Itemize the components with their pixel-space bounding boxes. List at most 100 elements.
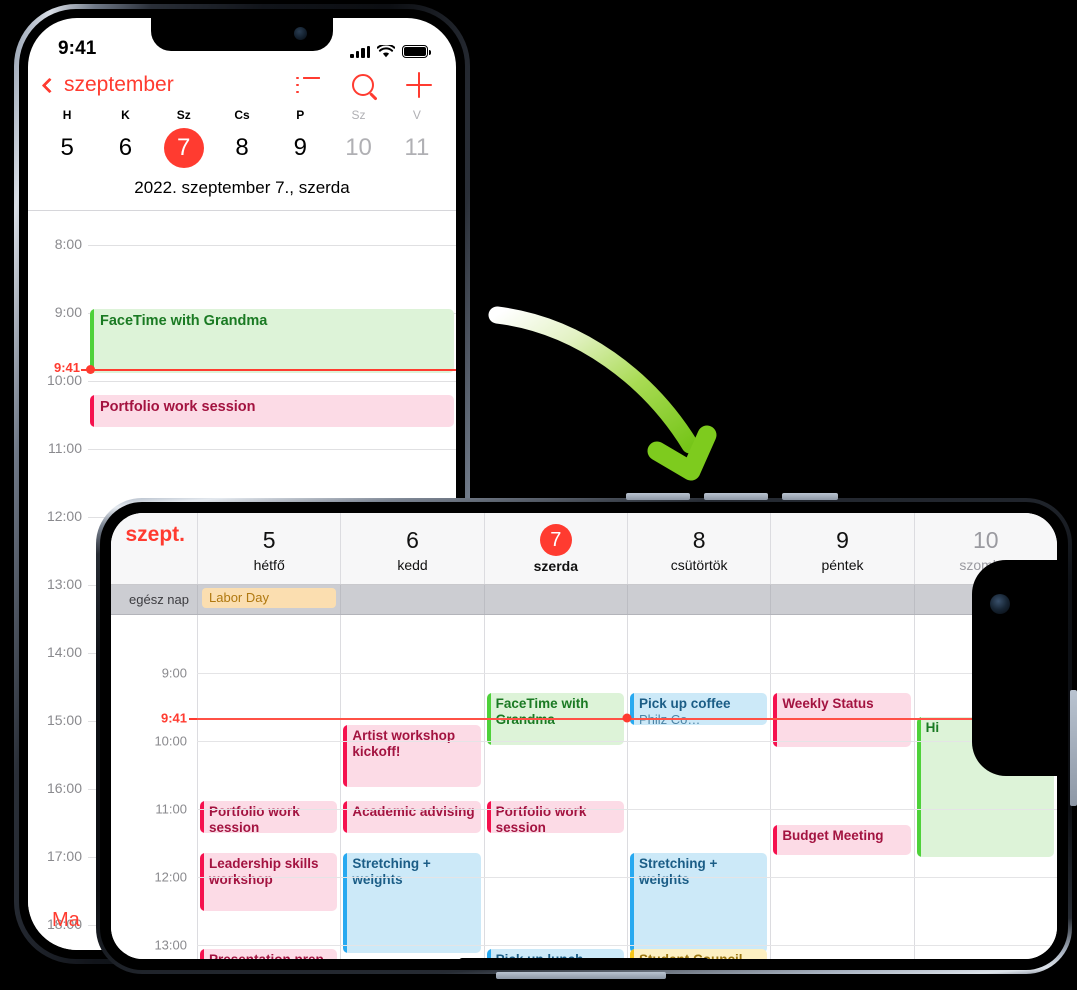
pad-event-1[interactable]: Leadership skills workshop <box>200 853 338 911</box>
battery-icon <box>402 45 432 58</box>
list-icon[interactable] <box>296 76 320 94</box>
pad-hour-label-1000: 10:00 <box>154 733 187 749</box>
side-button[interactable] <box>1070 690 1077 806</box>
volume-button-2[interactable] <box>704 493 768 500</box>
all-day-event[interactable]: Labor Day <box>202 588 337 608</box>
hour-label: 15:00 <box>46 712 82 728</box>
all-day-col-5[interactable]: Labor Day <box>197 585 340 614</box>
weekday-0: H <box>62 108 72 122</box>
event-title: Budget Meeting <box>782 828 884 843</box>
month-label[interactable]: szept. <box>111 513 197 584</box>
event-color-bar <box>200 801 204 833</box>
date-cell-10[interactable]: 10 <box>329 128 387 168</box>
pad-event-2[interactable]: Presentation prep <box>200 949 338 959</box>
event-color-bar <box>90 309 94 373</box>
day-column-6[interactable]: Artist workshop kickoff! Academic advisin… <box>340 615 483 959</box>
day-name: szerda <box>533 557 578 574</box>
pad-event-11[interactable]: Pick up coffee Philz Co… <box>629 693 768 725</box>
day-header-5[interactable]: 5 hétfő <box>197 513 340 584</box>
event-title: FaceTime with Grandma <box>100 313 268 329</box>
iphone-nav-bar: szeptember <box>28 64 456 102</box>
plus-icon[interactable] <box>406 72 432 98</box>
all-day-col-9[interactable] <box>770 585 913 614</box>
day-header-7[interactable]: 7 szerda <box>483 513 627 584</box>
date-row: 5 6 7 8 9 10 11 <box>28 128 456 170</box>
date-cell-7[interactable]: 7 <box>155 128 213 168</box>
power-button[interactable] <box>782 493 838 500</box>
day-header-9[interactable]: 9 péntek <box>770 513 913 584</box>
day-name: kedd <box>397 556 428 573</box>
pad-current-time-tick <box>189 718 197 720</box>
weekday-2: Sz <box>176 108 191 122</box>
hour-label: 11:00 <box>48 440 82 456</box>
nav-actions <box>296 72 432 98</box>
ipad-screen: szept. 5 hétfő 6 kedd 7 szerda 8 csütörtök 9 pént… <box>111 513 1057 959</box>
ipad-front-camera-icon <box>990 594 1010 614</box>
weekday-6: V <box>412 108 421 122</box>
day-columns[interactable]: Portfolio work session Leadership skills … <box>197 615 1057 959</box>
hour-label: 13:00 <box>46 576 82 592</box>
iphone-notch <box>151 18 333 51</box>
today-button[interactable]: Ma <box>52 909 80 932</box>
phone-event-0[interactable]: FaceTime with Grandma <box>90 309 454 373</box>
chevron-left-icon <box>41 77 58 93</box>
hour-label: 14:00 <box>46 644 82 660</box>
pad-event-15[interactable]: Budget Meeting <box>773 825 911 855</box>
date-cell-11[interactable]: 11 <box>388 128 446 168</box>
day-column-7[interactable]: FaceTime with Grandma Portfolio work sess… <box>483 615 627 959</box>
all-day-row: egész nap Labor Day <box>111 585 1057 615</box>
event-title: Portfolio work session <box>100 399 256 415</box>
home-indicator[interactable] <box>459 958 709 964</box>
pad-hour-line <box>197 673 1057 674</box>
event-title: Weekly Status <box>782 696 874 711</box>
pad-hour-line <box>197 809 1057 810</box>
bottom-connector <box>496 972 666 979</box>
status-time: 9:41 <box>58 38 97 59</box>
current-time-line <box>90 369 456 371</box>
current-time-indicator: 9:41 <box>28 360 456 375</box>
day-header-6[interactable]: 6 kedd <box>340 513 483 584</box>
pad-event-12[interactable]: Stretching + weights <box>629 853 768 953</box>
all-day-col-8[interactable] <box>626 585 770 614</box>
cellular-bars-icon <box>350 46 370 58</box>
event-color-bar <box>90 395 94 427</box>
day-name: péntek <box>821 556 864 573</box>
day-number: 7 <box>539 523 572 556</box>
event-color-bar <box>773 825 778 855</box>
volume-button-1[interactable] <box>626 493 690 500</box>
pad-event-3[interactable]: Artist workshop kickoff! <box>343 725 481 787</box>
search-icon[interactable] <box>352 74 374 96</box>
hour-line <box>88 381 456 382</box>
day-column-9[interactable]: Weekly Status Budget Meeting <box>770 615 913 959</box>
day-column-8[interactable]: Pick up coffee Philz Co… Stretching + wei… <box>626 615 770 959</box>
hour-row-1000: 10:00 <box>28 372 456 388</box>
pad-event-5[interactable]: Stretching + weights <box>343 853 481 953</box>
event-color-bar <box>200 853 204 911</box>
ipad-bezel: szept. 5 hétfő 6 kedd 7 szerda 8 csütörtök 9 pént… <box>100 502 1068 970</box>
pad-hour-label-900: 9:00 <box>161 665 187 681</box>
day-name: csütörtök <box>670 556 728 573</box>
day-column-5[interactable]: Portfolio work session Leadership skills … <box>197 615 340 959</box>
phone-event-1[interactable]: Portfolio work session <box>90 395 454 427</box>
all-day-col-6[interactable] <box>340 585 483 614</box>
pad-event-14[interactable]: Weekly Status <box>773 693 911 747</box>
date-cell-6[interactable]: 6 <box>96 128 154 168</box>
date-cell-9[interactable]: 9 <box>271 128 329 168</box>
ipad-week-grid[interactable]: 9:0010:0011:0012:0013:0014:0015:009:41 P… <box>111 615 1057 959</box>
hour-line <box>88 449 456 450</box>
date-cell-8[interactable]: 8 <box>213 128 271 168</box>
back-label: szeptember <box>64 73 174 96</box>
day-header-8[interactable]: 8 csütörtök <box>626 513 770 584</box>
day-number: 6 <box>406 526 419 553</box>
weekday-1: K <box>121 108 130 122</box>
pad-event-0[interactable]: Portfolio work session <box>200 801 338 833</box>
back-button[interactable]: szeptember <box>41 73 174 97</box>
date-cell-5[interactable]: 5 <box>38 128 96 168</box>
pad-event-8[interactable]: Portfolio work session <box>486 801 624 833</box>
pad-event-4[interactable]: Academic advising <box>343 801 481 833</box>
time-gutter: 9:0010:0011:0012:0013:0014:0015:009:41 <box>111 615 197 959</box>
event-color-bar <box>629 853 634 953</box>
event-title: Portfolio work session <box>209 804 300 833</box>
hour-label: 17:00 <box>46 848 82 864</box>
all-day-col-7[interactable] <box>483 585 627 614</box>
